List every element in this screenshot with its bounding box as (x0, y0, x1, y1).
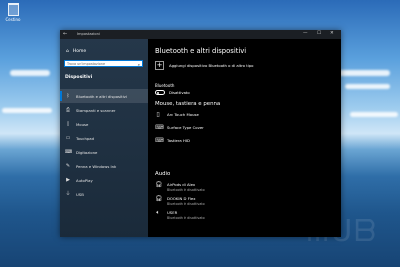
device-item[interactable]: 🎧︎ AirPods di Alex Bluetooth è disattiva… (155, 181, 205, 193)
close-button[interactable]: ✕ (330, 31, 334, 36)
minimize-button[interactable]: — (303, 31, 308, 36)
page-title: Bluetooth e altri dispositivi (155, 47, 247, 55)
device-name: Arc Touch Mouse (167, 112, 199, 117)
maximize-button[interactable]: ☐ (317, 31, 321, 36)
bluetooth-state: Disattivato (169, 90, 190, 95)
sidebar-item-label: Touchpad (76, 135, 95, 141)
device-name: USER (167, 210, 178, 215)
device-item[interactable]: 🎧︎ DOOKIN D Flex Bluetooth è disattivato (155, 195, 205, 207)
sidebar-item-label: Stampanti e scanner (76, 107, 116, 113)
title-bar[interactable]: ← Impostazioni — ☐ ✕ (60, 30, 341, 39)
audio-section-title: Audio (155, 171, 171, 177)
sidebar-item-printers[interactable]: ⎙ Stampanti e scanner (60, 103, 148, 117)
headphones-icon: 🎧︎ (155, 181, 163, 188)
home-icon: ⌂ (66, 49, 69, 54)
search-input[interactable]: Trova un'impostazione ⌕ (64, 60, 143, 67)
printer-icon: ⎙ (65, 106, 70, 113)
device-status: Bluetooth è disattivato (167, 216, 205, 220)
settings-window: ← Impostazioni — ☐ ✕ ⌂ Home Trova un'imp… (60, 30, 341, 237)
sidebar-item-label: Digitazione (76, 149, 98, 155)
recycle-bin-desktop-icon[interactable]: Cestino (4, 3, 22, 22)
bluetooth-icon: ᛒ (66, 92, 70, 99)
add-device-label[interactable]: Aggiungi dispositivo Bluetooth o di altr… (169, 63, 253, 68)
recycle-bin-icon (7, 3, 19, 16)
sidebar-item-label: USB (76, 191, 84, 197)
device-name: AirPods di Alex (167, 182, 196, 187)
device-item[interactable]: ⌨ Tastiera HID (155, 138, 190, 144)
sidebar-item-label: Mouse (76, 121, 89, 127)
usb-icon: ⏚ (65, 190, 71, 197)
sidebar-item-touchpad[interactable]: ▭ Touchpad (60, 131, 148, 145)
toggle-knob (157, 91, 160, 94)
mouse-icon: ▯ (66, 120, 70, 127)
sidebar-item-usb[interactable]: ⏚ USB (60, 187, 148, 201)
device-status: Bluetooth è disattivato (167, 188, 205, 192)
sidebar-nav: ᛒ Bluetooth e altri dispositivi ⎙ Stampa… (60, 89, 148, 201)
sidebar-item-label: Bluetooth e altri dispositivi (76, 93, 127, 99)
cloud (10, 70, 50, 76)
sidebar-item-typing[interactable]: ⌨ Digitazione (60, 145, 148, 159)
cloud (2, 108, 52, 113)
keyboard-icon: ⌨ (65, 148, 73, 155)
sidebar-item-autoplay[interactable]: ▶ AutoPlay (60, 173, 148, 187)
plus-icon: + (156, 61, 163, 69)
back-arrow-icon[interactable]: ← (63, 31, 67, 37)
keyboard-icon: ⌨ (155, 124, 164, 131)
search-icon: ⌕ (137, 61, 140, 67)
sidebar-item-label: Penna e Windows Ink (76, 163, 117, 169)
headphones-icon: 🎧︎ (155, 195, 163, 202)
autoplay-icon: ▶ (66, 176, 70, 183)
window-title: Impostazioni (77, 32, 100, 36)
device-item[interactable]: ▯ Arc Touch Mouse (155, 111, 199, 118)
search-placeholder: Trova un'impostazione (67, 62, 106, 66)
device-item[interactable]: ⌨ Surface Type Cover (155, 125, 204, 131)
add-device-button[interactable]: + (155, 61, 164, 70)
mouse-icon: ▯ (156, 111, 160, 118)
bluetooth-label: Bluetooth (155, 83, 175, 88)
device-name: Surface Type Cover (167, 125, 204, 130)
sidebar-item-bluetooth[interactable]: ᛒ Bluetooth e altri dispositivi (60, 89, 148, 103)
section-title: Dispositivi (65, 75, 93, 80)
touchpad-icon: ▭ (65, 134, 71, 141)
keyboard-icon: ⌨ (155, 137, 164, 144)
sidebar-item-pen[interactable]: ✎ Penna e Windows Ink (60, 159, 148, 173)
home-label: Home (72, 49, 87, 54)
sidebar: ⌂ Home Trova un'impostazione ⌕ Dispositi… (60, 39, 148, 237)
device-name: Tastiera HID (167, 138, 190, 143)
sidebar-item-label: AutoPlay (76, 177, 93, 183)
sidebar-item-mouse[interactable]: ▯ Mouse (60, 117, 148, 131)
cloud (350, 112, 398, 117)
mouse-section-title: Mouse, tastiera e penna (155, 101, 221, 107)
pen-icon: ✎ (65, 162, 71, 169)
device-item[interactable]: 🔈︎ USER Bluetooth è disattivato (155, 209, 205, 221)
cloud (345, 84, 390, 89)
device-name: DOOKIN D Flex (167, 196, 196, 201)
bluetooth-toggle[interactable] (155, 90, 165, 95)
speaker-icon: 🔈︎ (156, 209, 160, 216)
device-status: Bluetooth è disattivato (167, 202, 205, 206)
recycle-bin-label: Cestino (5, 17, 21, 22)
home-nav-item[interactable]: ⌂ Home (66, 49, 86, 54)
